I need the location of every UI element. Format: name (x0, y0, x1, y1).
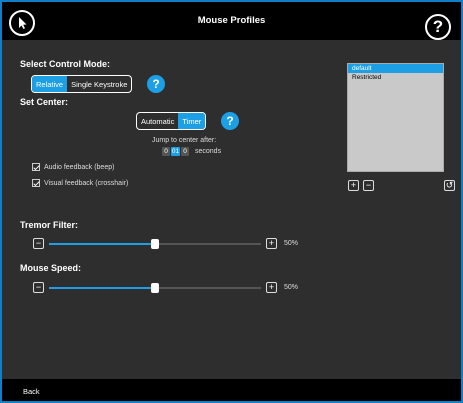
page-title: Mouse Profiles (197, 15, 266, 26)
bottom-bar: Back (2, 379, 461, 401)
audio-feedback-checkbox[interactable]: Audio feedback (beep) (32, 163, 114, 171)
center-automatic-option[interactable]: Automatic (137, 113, 178, 129)
visual-feedback-label: Visual feedback (crosshair) (44, 179, 129, 187)
speed-decrease-button[interactable]: − (33, 282, 44, 293)
timer-digit-right[interactable]: 0 (181, 147, 189, 156)
speed-increase-button[interactable]: + (266, 282, 277, 293)
help-icon[interactable]: ? (425, 14, 451, 40)
checkbox-icon (32, 163, 40, 171)
timer-digit-left[interactable]: 0 (162, 147, 170, 156)
top-bar: Mouse Profiles ? (2, 2, 461, 40)
add-profile-button[interactable]: + (348, 180, 359, 191)
refresh-icon[interactable]: ↺ (444, 180, 455, 191)
timer-stepper: 0 01 0 seconds (162, 147, 221, 156)
back-button[interactable]: Back (23, 387, 40, 396)
control-mode-heading: Select Control Mode: (20, 59, 111, 69)
timer-digit-selected[interactable]: 01 (171, 147, 180, 156)
tremor-increase-button[interactable]: + (266, 238, 277, 249)
remove-profile-button[interactable]: − (363, 180, 374, 191)
control-mode-help-icon[interactable]: ? (147, 75, 165, 93)
speed-slider-fill (49, 287, 155, 289)
tremor-decrease-button[interactable]: − (33, 238, 44, 249)
speed-slider[interactable] (49, 283, 261, 293)
tremor-filter-heading: Tremor Filter: (20, 220, 79, 230)
center-help-icon[interactable]: ? (221, 112, 239, 130)
profiles-list[interactable]: default Restricted (347, 63, 444, 172)
tremor-slider[interactable] (49, 239, 261, 249)
tremor-slider-fill (49, 243, 155, 245)
app-window: Mouse Profiles ? Select Control Mode: Re… (2, 2, 461, 401)
center-mode-toggle: Automatic Timer (136, 112, 207, 130)
mode-relative-option[interactable]: Relative (32, 76, 68, 92)
tremor-value: 50% (284, 240, 299, 247)
visual-feedback-checkbox[interactable]: Visual feedback (crosshair) (32, 179, 128, 187)
audio-feedback-label: Audio feedback (beep) (44, 163, 115, 171)
list-item[interactable]: Restricted (348, 73, 443, 82)
control-mode-toggle: Relative Single Keystroke (31, 75, 133, 93)
seconds-label: seconds (195, 148, 222, 155)
mouse-speed-heading: Mouse Speed: (20, 263, 82, 273)
checkbox-icon (32, 179, 40, 187)
list-item[interactable]: default (348, 64, 443, 73)
tremor-slider-thumb[interactable] (151, 239, 159, 249)
mode-single-keystroke-option[interactable]: Single Keystroke (67, 76, 131, 92)
speed-value: 50% (284, 284, 299, 291)
set-center-heading: Set Center: (20, 97, 69, 107)
speed-slider-thumb[interactable] (151, 283, 159, 293)
jump-to-center-label: Jump to center after: (152, 137, 217, 144)
center-timer-option[interactable]: Timer (178, 113, 206, 129)
